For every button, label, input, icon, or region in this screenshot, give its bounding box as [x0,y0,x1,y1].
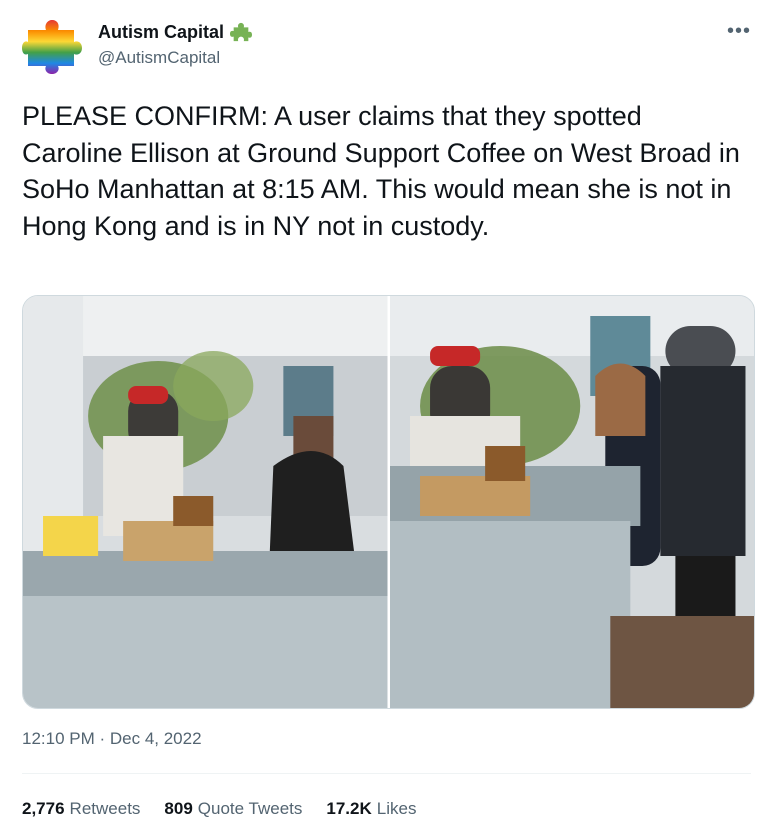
more-options-icon[interactable]: ••• [727,20,751,43]
timestamp[interactable]: 12:10 PM · Dec 4, 2022 [22,729,202,749]
coffee-shop-photo-1[interactable] [23,296,388,708]
tweet-time: 12:10 PM [22,729,95,748]
avatar[interactable] [22,18,82,74]
retweets-count: 2,776 [22,799,65,818]
rainbow-puzzle-icon [22,20,82,74]
timestamp-separator: · [94,729,110,748]
display-name[interactable]: Autism Capital [98,20,224,44]
handle[interactable]: @AutismCapital [98,46,252,70]
likes-label: Likes [376,799,417,818]
tweet-date: Dec 4, 2022 [109,729,202,748]
likes-stat[interactable]: 17.2K Likes [326,799,416,819]
author-block[interactable]: Autism Capital @AutismCapital [98,20,253,70]
retweets-stat[interactable]: 2,776 Retweets [22,799,140,819]
engagement-stats: 2,776 Retweets 809 Quote Tweets 17.2K Li… [22,799,416,819]
quote-tweets-count: 809 [164,799,193,818]
media-grid [22,295,755,709]
coffee-shop-photo-2[interactable] [389,296,754,708]
likes-count: 17.2K [326,799,372,818]
divider [22,773,751,774]
quote-tweets-label: Quote Tweets [197,799,303,818]
retweets-label: Retweets [69,799,141,818]
quote-tweets-stat[interactable]: 809 Quote Tweets [164,799,302,819]
puzzle-piece-icon [230,22,253,42]
tweet-text: PLEASE CONFIRM: A user claims that they … [22,101,740,241]
